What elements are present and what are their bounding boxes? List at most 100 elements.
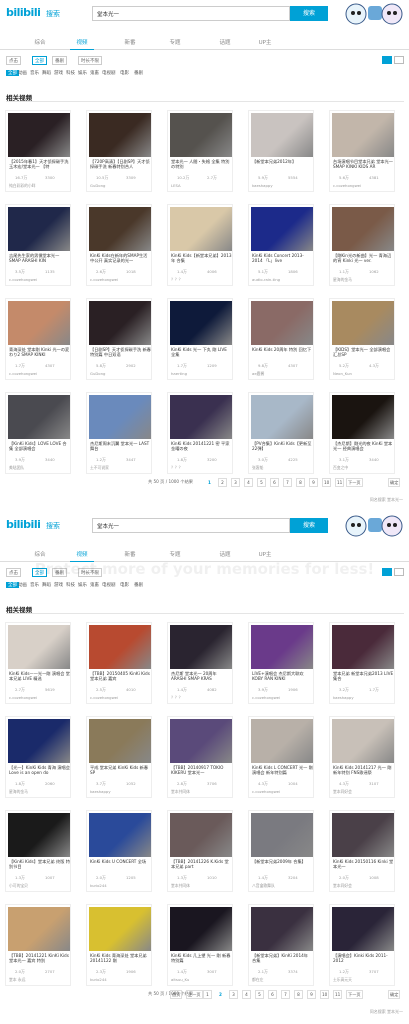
category-3[interactable]: 舞蹈 — [42, 70, 51, 76]
search-input[interactable]: 堂本光一 — [92, 518, 290, 533]
uploader-name[interactable]: ？？？ — [171, 695, 233, 701]
tab-1[interactable]: 视频 — [62, 550, 102, 562]
view-toggle[interactable] — [382, 56, 404, 64]
pager-page[interactable]: 6 — [268, 990, 277, 999]
uploader-name[interactable]: aitsuu_Ku — [171, 977, 233, 983]
video-card[interactable]: 【新堂本兄弟】KinKi 2014年 合集 2.1万 3374 都在左 — [248, 904, 314, 986]
uploader-name[interactable]: GuDong — [90, 183, 152, 189]
uploader-name[interactable]: 堂本共同体 — [171, 883, 233, 889]
video-title[interactable]: 【KinKi Kids】堂本兄弟 终版 特别节目 — [9, 859, 70, 873]
grid-view-icon[interactable] — [382, 56, 392, 64]
search-input[interactable]: 堂本光一 — [92, 6, 290, 21]
pager-page[interactable]: 8 — [294, 990, 303, 999]
video-thumbnail[interactable] — [170, 813, 232, 857]
tab-3[interactable]: 专题 — [155, 550, 195, 558]
category-4[interactable]: 游戏 — [54, 70, 63, 76]
uploader-name[interactable]: c.cozehongwei — [9, 277, 71, 283]
pager-page[interactable]: 3 — [229, 990, 238, 999]
video-title[interactable]: 【2015年春1】天才侦探碳手洗 玉木宏/堂本光一 【特 — [9, 159, 70, 173]
video-thumbnail[interactable] — [8, 301, 70, 345]
video-title[interactable]: 青海深处 堂本剛 Kinki 光一の変わり2 SMAP KINKI — [9, 347, 70, 361]
video-title[interactable]: KinKi Kids 几上望 光一 剛 新春特别篇 — [171, 953, 232, 967]
video-title[interactable]: KinKi Kids 20150116 Kinki 堂本光一 — [333, 859, 394, 873]
category-4[interactable]: 游戏 — [54, 582, 63, 588]
category-5[interactable]: 科技 — [66, 582, 75, 588]
video-thumbnail[interactable] — [170, 301, 232, 345]
list-view-icon[interactable] — [394, 56, 404, 64]
uploader-name[interactable]: c.cozehongwei — [252, 695, 314, 701]
video-card[interactable]: 【新堂本兄弟2012年】 5.9万 5554 kaeshappy — [248, 110, 314, 192]
video-card[interactable]: KinKi Kids U CONCERT 全场 2.0万 1205 kurio244 — [86, 810, 152, 892]
video-card[interactable]: 【TBB】20141226 K.Kids 堂本兄弟 part 1.3万 1010 堂本… — [167, 810, 233, 892]
pager-page[interactable]: 3 — [231, 478, 240, 487]
video-card[interactable]: KinKi Kids——光一剛 演唱会 堂本兄弟 LIVE 精选 2.7万 5619… — [5, 622, 71, 704]
video-thumbnail[interactable] — [332, 625, 394, 669]
tab-1[interactable]: 视频 — [62, 38, 102, 50]
video-card[interactable]: KinKi Kids 20周年 特別 回忆下 9.8万 4307 ae鹿酱 — [248, 298, 314, 380]
video-title[interactable]: 【720P高清】【日剧SP】天才侦探碳手洗 新春特别合人 — [90, 159, 151, 173]
pager-page[interactable]: 8 — [296, 478, 305, 487]
uploader-name[interactable]: 八音盒歌舞队 — [252, 883, 314, 889]
category-9[interactable]: 电影 — [120, 70, 129, 76]
uploader-name[interactable]: kaeshappy — [252, 183, 314, 189]
video-title[interactable]: LIVE+演唱会 杰尼斯大联欢 KOBY RAN KINKI — [252, 671, 313, 685]
video-thumbnail[interactable] — [89, 113, 151, 157]
video-thumbnail[interactable] — [170, 207, 232, 251]
uploader-name[interactable]: 堂本 永远 — [9, 977, 71, 983]
video-title[interactable]: 【新堂本兄弟2012年】 — [252, 159, 313, 173]
uploader-name[interactable]: 百变之中 — [333, 465, 395, 471]
video-card[interactable]: 堂本光一 人間・失格 全集 特別の特別 10.2万 2.7万 LESA — [167, 110, 233, 192]
video-title[interactable]: 平成 堂本兄弟 KinKi Kids 新春SP — [90, 765, 151, 779]
video-thumbnail[interactable] — [8, 813, 70, 857]
uploader-name[interactable]: 堂本同好会 — [333, 883, 395, 889]
video-thumbnail[interactable] — [251, 207, 313, 251]
pager-page[interactable]: 9 — [309, 478, 318, 487]
uploader-name[interactable]: LESA — [171, 183, 233, 189]
uploader-name[interactable]: 小可的宝贝 — [9, 883, 71, 889]
uploader-name[interactable]: 堂本共同体 — [171, 789, 233, 795]
pager-page[interactable]: 2 — [218, 478, 227, 487]
video-title[interactable]: KinKi Kids——光一剛 演唱会 堂本兄弟 LIVE 精选 — [9, 671, 70, 685]
uploader-name[interactable]: 土不可说家 — [90, 465, 152, 471]
uploader-name[interactable]: Neon_Kun — [333, 371, 395, 377]
video-title[interactable]: 【TBB】20140917 TOKIO KIKERU 堂本光一 — [171, 765, 232, 779]
pager-jump[interactable]: 确定 — [388, 478, 401, 487]
pager-page[interactable]: 11 — [335, 478, 345, 487]
video-thumbnail[interactable] — [170, 625, 232, 669]
video-card[interactable]: KinKi Kids 20141217 光一 剛 新年特别 FNS歌谣祭 4.3万… — [329, 716, 395, 798]
video-thumbnail[interactable] — [8, 207, 70, 251]
uploader-name[interactable]: c.cozehongwei — [333, 183, 395, 189]
video-title[interactable]: KinKi Kids 光一 下丸 剛 LIVE 全集 — [171, 347, 232, 361]
pager-page[interactable]: 10 — [320, 990, 330, 999]
footer-link[interactable]: 同名搜索 堂本光一 — [370, 497, 403, 503]
video-thumbnail[interactable] — [251, 907, 313, 951]
video-thumbnail[interactable] — [332, 207, 394, 251]
site-logo[interactable]: bilibili — [6, 518, 41, 531]
video-title[interactable]: 【KIDS】堂本光一 全部演唱会汇总SP — [333, 347, 394, 361]
pager-page[interactable]: 1 — [203, 990, 212, 999]
uploader-name[interactable]: kurio244 — [90, 977, 152, 983]
tab-0[interactable]: 综合 — [20, 38, 60, 46]
uploader-name[interactable]: c.cozehongwei — [252, 789, 314, 795]
video-title[interactable]: 堂本兄弟 新堂本兄弟2013 LIVE 集合 — [333, 671, 394, 685]
video-title[interactable]: 【光一】KinKi Kids 青海 演唱会 Love is an open do — [9, 765, 70, 779]
video-thumbnail[interactable] — [332, 113, 394, 157]
pager-page[interactable]: 4 — [244, 478, 253, 487]
uploader-name[interactable]: 美哒团队 — [9, 465, 71, 471]
video-card[interactable]: 【KIDS】堂本光一 全部演唱会汇总SP 5.2万 4.3万 Neon_Kun — [329, 298, 395, 380]
category-1[interactable]: 动画 — [18, 70, 27, 76]
pager-page[interactable]: 7 — [283, 478, 292, 487]
video-card[interactable]: KinKi Kids 光一 下丸 剛 LIVE 全集 1.7万 1209 haerti… — [167, 298, 233, 380]
pager-jump[interactable]: 确定 — [388, 990, 401, 999]
video-card[interactable]: 【演唱会】Kinki Kids 2011-2012 1.2万 3707 土乐高元天 — [329, 904, 395, 986]
uploader-name[interactable]: 都在左 — [252, 977, 314, 983]
tab-4[interactable]: 话题 — [205, 38, 245, 46]
video-card[interactable]: LIVE+演唱会 杰尼斯大联欢 KOBY RAN KINKI 3.9万 1906 c.… — [248, 622, 314, 704]
video-thumbnail[interactable] — [251, 301, 313, 345]
tab-2[interactable]: 新番 — [110, 38, 150, 46]
video-card[interactable]: 【KinKi Kids】堂本兄弟 终版 特别节目 1.3万 1007 小可的宝贝 — [5, 810, 71, 892]
video-card[interactable]: 台场演唱节目堂本兄弟 堂本光一 SMAP KINKI KIDS AR 5.6万 43… — [329, 110, 395, 192]
video-card[interactable]: 吉尾先生家的男僕堂本光一 SMAP ARASHI KIN 3.5万 1135 c.co… — [5, 204, 71, 286]
video-title[interactable]: KinKi Kids 20141217 光一 剛 新年特别 FNS歌谣祭 — [333, 765, 394, 779]
video-title[interactable]: 【杰尼斯】剛光的夜 KinKi 堂本光一 经典演唱会 — [333, 441, 394, 455]
